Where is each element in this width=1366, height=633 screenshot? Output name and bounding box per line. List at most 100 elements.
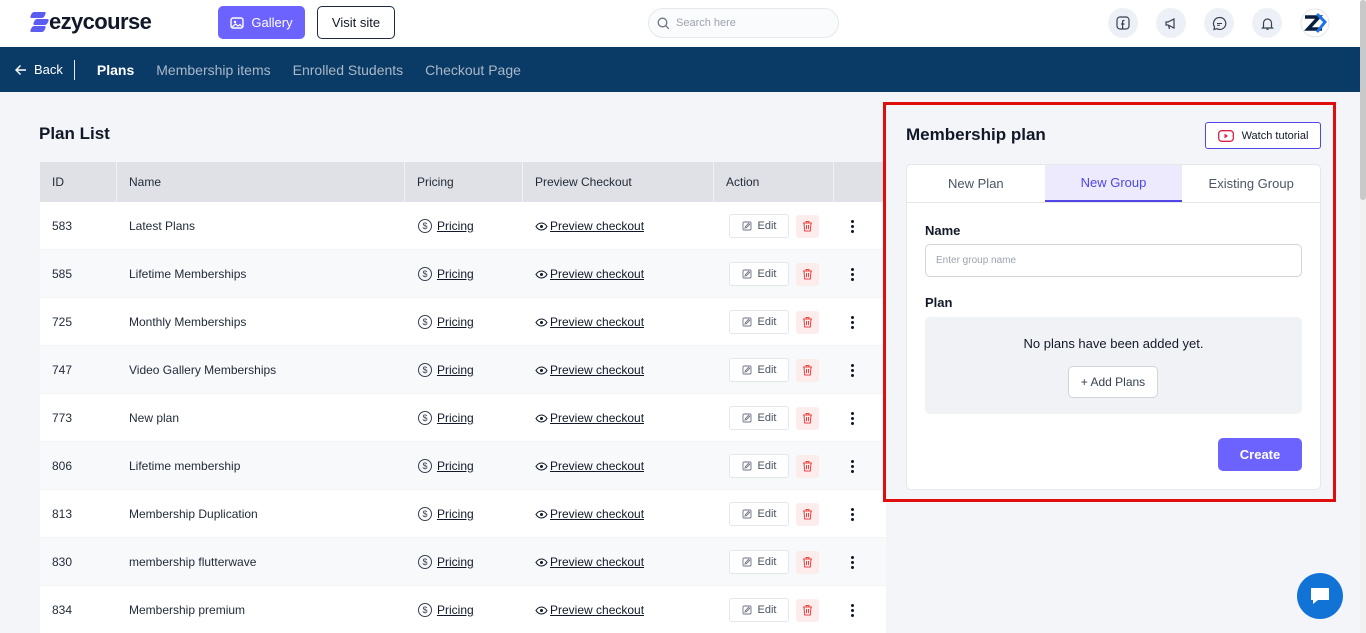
visit-site-button[interactable]: Visit site [317,6,395,39]
more-cell [850,538,854,586]
pricing-link[interactable]: Pricing [437,603,474,617]
delete-button[interactable] [796,406,819,430]
table-row: 830 membership flutterwave $ Pricing Pre… [40,538,886,586]
table-row: 747 Video Gallery Memberships $ Pricing … [40,346,886,394]
tab-new-plan[interactable]: New Plan [907,165,1045,202]
edit-label: Edit [757,508,777,520]
more-options-icon[interactable] [850,219,854,233]
pricing-link[interactable]: Pricing [437,555,474,569]
chat-icon [1311,588,1329,604]
edit-button[interactable]: Edit [729,502,789,526]
megaphone-icon [1164,17,1175,29]
create-button[interactable]: Create [1218,438,1302,471]
ezycourse-logo[interactable]: ezycourse [29,9,152,35]
pencil-icon [742,269,751,279]
pricing-link[interactable]: Pricing [437,459,474,473]
edit-button[interactable]: Edit [729,214,789,238]
preview-checkout-link[interactable]: Preview checkout [550,459,644,473]
tab-checkout-page[interactable]: Checkout Page [425,62,521,78]
delete-button[interactable] [796,214,819,238]
tab-existing-group[interactable]: Existing Group [1182,165,1320,202]
pricing-link[interactable]: Pricing [437,315,474,329]
delete-button[interactable] [796,598,819,622]
delete-button[interactable] [796,262,819,286]
eye-icon [535,557,548,567]
avatar[interactable] [1299,7,1331,39]
messenger-icon [1212,16,1226,30]
pricing-cell: $ Pricing [418,490,474,538]
more-options-icon[interactable] [850,507,854,521]
pricing-cell: $ Pricing [418,442,474,490]
pricing-link[interactable]: Pricing [437,219,474,233]
preview-checkout-link[interactable]: Preview checkout [550,267,644,281]
more-options-icon[interactable] [850,603,854,617]
plans-empty-state: No plans have been added yet. + Add Plan… [925,317,1302,414]
tab-plans[interactable]: Plans [97,62,134,78]
top-bar: ezycourse Gallery Visit site [0,0,1366,47]
preview-cell: Preview checkout [535,490,644,538]
table-header: ID Name Pricing Preview Checkout Action [40,162,886,202]
preview-checkout-link[interactable]: Preview checkout [550,507,644,521]
preview-checkout-link[interactable]: Preview checkout [550,555,644,569]
scrollbar-thumb[interactable] [1360,0,1366,200]
plan-id: 806 [52,459,73,473]
preview-checkout-link[interactable]: Preview checkout [550,219,644,233]
more-options-icon[interactable] [850,267,854,281]
table-row: 725 Monthly Memberships $ Pricing Previe… [40,298,886,346]
add-plans-button[interactable]: + Add Plans [1068,366,1158,398]
action-cell: Edit [729,202,819,250]
delete-button[interactable] [796,310,819,334]
edit-label: Edit [757,412,777,424]
messages-button[interactable] [1204,8,1234,38]
edit-button[interactable]: Edit [729,310,789,334]
more-options-icon[interactable] [850,315,854,329]
page-scrollbar[interactable] [1360,0,1366,633]
more-options-icon[interactable] [850,411,854,425]
pricing-link[interactable]: Pricing [437,507,474,521]
gallery-button[interactable]: Gallery [218,6,305,39]
search-input[interactable] [676,17,826,29]
trash-icon [803,461,812,472]
announcement-button[interactable] [1156,8,1186,38]
tab-new-group[interactable]: New Group [1044,165,1183,202]
edit-button[interactable]: Edit [729,358,789,382]
more-options-icon[interactable] [850,555,854,569]
plan-id: 583 [52,219,73,233]
preview-cell: Preview checkout [535,586,644,633]
pricing-link[interactable]: Pricing [437,363,474,377]
more-cell [850,586,854,633]
tab-enrolled-students[interactable]: Enrolled Students [293,62,404,78]
action-cell: Edit [729,442,819,490]
pricing-link[interactable]: Pricing [437,411,474,425]
preview-checkout-link[interactable]: Preview checkout [550,411,644,425]
preview-cell: Preview checkout [535,442,644,490]
delete-button[interactable] [796,454,819,478]
preview-checkout-link[interactable]: Preview checkout [550,315,644,329]
more-options-icon[interactable] [850,363,854,377]
column-id: ID [40,162,117,202]
search-box[interactable] [648,8,839,38]
edit-button[interactable]: Edit [729,262,789,286]
edit-button[interactable]: Edit [729,598,789,622]
more-options-icon[interactable] [850,459,854,473]
group-name-input[interactable] [925,244,1302,277]
preview-checkout-link[interactable]: Preview checkout [550,603,644,617]
chat-support-button[interactable] [1297,573,1343,619]
tab-membership-items[interactable]: Membership items [156,62,270,78]
back-button[interactable]: Back [15,59,75,80]
pricing-link[interactable]: Pricing [437,267,474,281]
facebook-button[interactable] [1108,8,1138,38]
youtube-icon [1217,129,1234,142]
watch-tutorial-button[interactable]: Watch tutorial [1205,122,1321,149]
edit-button[interactable]: Edit [729,454,789,478]
notifications-button[interactable] [1252,8,1282,38]
preview-checkout-link[interactable]: Preview checkout [550,363,644,377]
delete-button[interactable] [796,502,819,526]
delete-button[interactable] [796,358,819,382]
edit-label: Edit [757,364,777,376]
edit-button[interactable]: Edit [729,406,789,430]
delete-button[interactable] [796,550,819,574]
pencil-icon [742,509,751,519]
preview-cell: Preview checkout [535,346,644,394]
edit-button[interactable]: Edit [729,550,789,574]
